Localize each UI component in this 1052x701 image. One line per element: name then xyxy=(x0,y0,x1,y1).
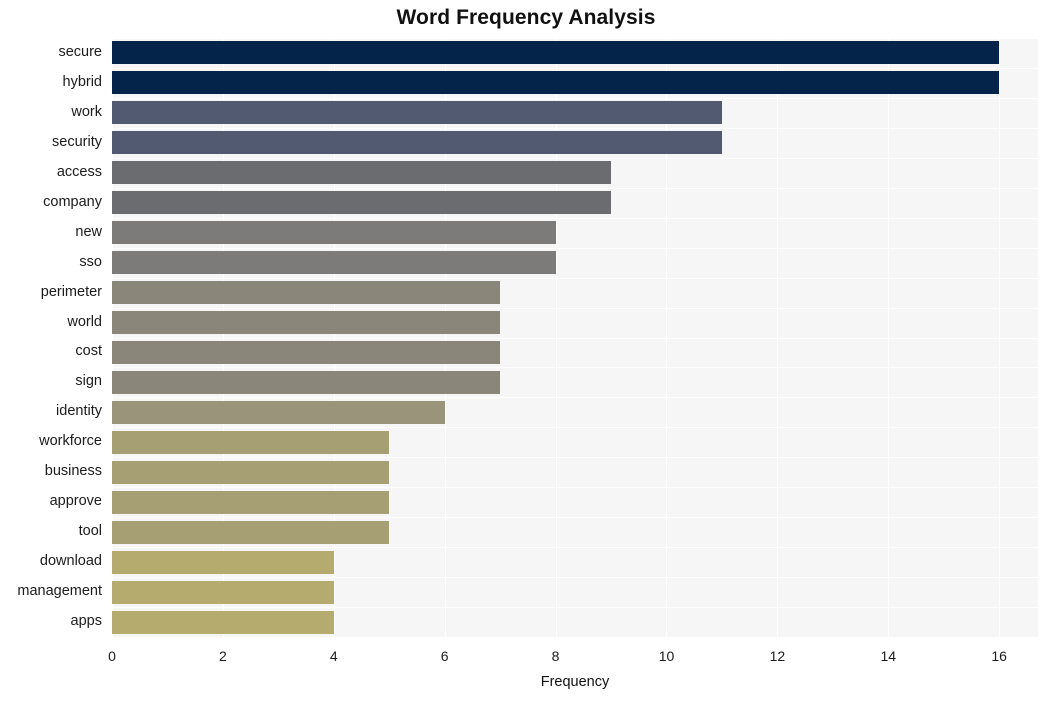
y-axis-tick-label: apps xyxy=(70,613,102,630)
bar xyxy=(112,71,1000,95)
bar xyxy=(112,281,501,305)
gridline-horizontal xyxy=(112,188,1038,189)
bar xyxy=(112,41,1000,65)
gridline-horizontal xyxy=(112,278,1038,279)
y-axis-tick-label: new xyxy=(75,223,102,240)
gridline-horizontal xyxy=(112,607,1038,608)
y-axis-tick-label: access xyxy=(56,163,102,180)
y-axis-tick-label: secure xyxy=(58,43,102,60)
bar xyxy=(112,161,612,185)
bar xyxy=(112,520,390,544)
y-axis-tick-label: business xyxy=(44,463,102,480)
y-axis-tick-label: download xyxy=(39,553,102,570)
bar xyxy=(112,430,390,454)
gridline-horizontal xyxy=(112,68,1038,69)
bar xyxy=(112,400,445,424)
gridline-horizontal xyxy=(112,98,1038,99)
y-axis-tick-label: work xyxy=(71,103,102,120)
y-axis-tick-label: management xyxy=(17,583,102,600)
bar xyxy=(112,370,501,394)
gridline-horizontal xyxy=(112,517,1038,518)
x-axis-tick-label: 12 xyxy=(769,648,786,664)
y-axis-tick-label: tool xyxy=(78,523,102,540)
gridline-horizontal xyxy=(112,367,1038,368)
gridline-horizontal xyxy=(112,158,1038,159)
gridline-horizontal xyxy=(112,248,1038,249)
gridline-horizontal xyxy=(112,427,1038,428)
bar xyxy=(112,131,722,155)
gridline-horizontal xyxy=(112,218,1038,219)
bar xyxy=(112,490,390,514)
y-axis-tick-label: identity xyxy=(56,403,102,420)
gridline-horizontal xyxy=(112,128,1038,129)
x-axis-title: Frequency xyxy=(540,674,610,690)
gridline-horizontal xyxy=(112,397,1038,398)
y-axis-tick-label: cost xyxy=(75,343,102,360)
x-axis-tick-label: 8 xyxy=(551,648,560,664)
x-axis-tick-label: 10 xyxy=(658,648,675,664)
y-axis-tick-label: company xyxy=(43,193,102,210)
bar xyxy=(112,101,722,125)
y-axis-tick-label: hybrid xyxy=(62,73,103,90)
y-axis-tick-label: approve xyxy=(49,493,102,510)
x-axis-tick-label: 16 xyxy=(991,648,1007,664)
y-axis-tick-label: security xyxy=(52,133,102,150)
bar xyxy=(112,610,334,634)
gridline-horizontal xyxy=(112,547,1038,548)
gridline-horizontal xyxy=(112,308,1038,309)
gridline-horizontal xyxy=(112,38,1038,39)
x-axis-tick-label: 4 xyxy=(329,648,338,664)
bar xyxy=(112,460,390,484)
gridline-horizontal xyxy=(112,637,1038,638)
y-axis-tick-label: world xyxy=(67,313,102,330)
x-axis-tick-label: 2 xyxy=(218,648,227,664)
bar xyxy=(112,550,334,574)
bar xyxy=(112,580,334,604)
x-axis-tick-label: 0 xyxy=(108,648,116,664)
y-axis-tick-label: sign xyxy=(75,373,102,390)
chart-figure: Word Frequency Analysis secure hybrid work… xyxy=(0,0,1052,701)
chart-title: Word Frequency Analysis xyxy=(396,6,656,29)
gridline-horizontal xyxy=(112,577,1038,578)
bar xyxy=(112,251,556,275)
bar xyxy=(112,340,501,364)
x-axis-tick-label: 14 xyxy=(880,648,897,664)
bar xyxy=(112,221,556,245)
x-axis-tick-label: 6 xyxy=(440,648,449,664)
bar xyxy=(112,311,501,335)
plot-area xyxy=(112,38,1038,638)
y-axis-tick-label: perimeter xyxy=(40,283,102,300)
y-axis-tick-label: sso xyxy=(79,253,102,270)
y-axis-tick-label: workforce xyxy=(39,433,102,450)
gridline-horizontal xyxy=(112,338,1038,339)
bar xyxy=(112,191,612,215)
gridline-horizontal xyxy=(112,487,1038,488)
gridline-horizontal xyxy=(112,457,1038,458)
